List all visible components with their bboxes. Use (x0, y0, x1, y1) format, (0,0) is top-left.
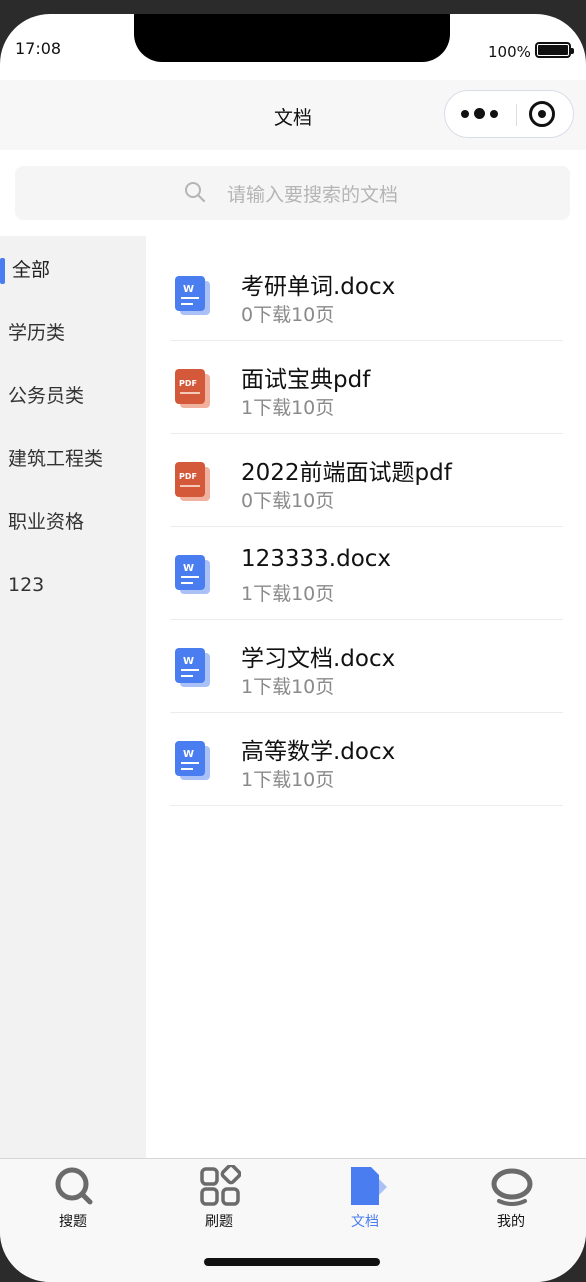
capsule-divider (516, 104, 517, 126)
tab-label: 刷题 (205, 1214, 233, 1230)
word-icon: W (175, 648, 210, 687)
document-name: 2022前端面试题pdf (241, 460, 452, 486)
tab-search[interactable]: 搜题 (0, 1159, 146, 1239)
svg-text:W: W (183, 749, 194, 760)
document-name: 考研单词.docx (241, 274, 396, 300)
svg-text:W: W (183, 284, 194, 295)
sidebar-item-construction[interactable]: 建筑工程类 (0, 428, 146, 491)
battery-percent: 100% (488, 43, 531, 61)
pdf-icon: PDF (175, 462, 210, 501)
sidebar-item-123[interactable]: 123 (0, 554, 146, 617)
tab-label: 搜题 (59, 1214, 87, 1230)
document-name: 学习文档.docx (241, 646, 396, 672)
tab-profile[interactable]: 我的 (438, 1159, 584, 1239)
category-sidebar: 全部 学历类 公务员类 建筑工程类 职业资格 123 (0, 236, 146, 1158)
pdf-icon: PDF (175, 369, 210, 408)
notch (134, 14, 450, 62)
document-name: 面试宝典pdf (241, 367, 371, 393)
document-meta: 0下载10页 (241, 490, 335, 512)
word-icon: W (175, 555, 210, 594)
sidebar-item-education[interactable]: 学历类 (0, 302, 146, 365)
sidebar-item-qualification[interactable]: 职业资格 (0, 491, 146, 554)
document-meta: 1下载10页 (241, 583, 335, 605)
tab-practice[interactable]: 刷题 (146, 1159, 292, 1239)
search-input[interactable]: 请输入要搜索的文档 (15, 166, 570, 220)
tab-documents[interactable]: 文档 (292, 1159, 438, 1239)
tab-label: 文档 (351, 1214, 379, 1230)
profile-icon (491, 1168, 533, 1206)
document-meta: 1下载10页 (241, 769, 335, 791)
document-meta: 1下载10页 (241, 397, 335, 419)
svg-text:W: W (183, 656, 194, 667)
document-icon (351, 1167, 387, 1205)
phone-screen: 17:08 100% 文档 请输入要搜索的文档 全部 学历类 公务员类 建筑工程… (0, 14, 586, 1282)
close-target-icon[interactable] (529, 101, 555, 127)
document-meta: 1下载10页 (241, 676, 335, 698)
sidebar-item-all[interactable]: 全部 (0, 239, 146, 302)
document-list: W 考研单词.docx 0下载10页 PDF 面试宝典pdf 1下载10页 PD… (146, 236, 586, 1158)
list-item[interactable]: PDF 2022前端面试题pdf 0下载10页 (170, 434, 563, 527)
list-item[interactable]: PDF 面试宝典pdf 1下载10页 (170, 341, 563, 434)
list-item[interactable]: W 123333.docx 1下载10页 (170, 527, 563, 620)
document-meta: 0下载10页 (241, 304, 335, 326)
list-item[interactable]: W 高等数学.docx 1下载10页 (170, 713, 563, 806)
list-item[interactable]: W 考研单词.docx 0下载10页 (170, 248, 563, 341)
status-time: 17:08 (15, 39, 62, 58)
document-name: 123333.docx (241, 546, 392, 572)
search-icon (55, 1167, 93, 1205)
document-name: 高等数学.docx (241, 739, 396, 765)
search-icon (185, 182, 206, 203)
home-indicator (204, 1258, 380, 1266)
more-icon[interactable] (461, 104, 501, 124)
battery-icon (535, 42, 574, 58)
tab-label: 我的 (497, 1214, 525, 1230)
svg-text:PDF: PDF (179, 472, 197, 481)
word-icon: W (175, 741, 210, 780)
mini-program-capsule (444, 90, 574, 138)
list-item[interactable]: W 学习文档.docx 1下载10页 (170, 620, 563, 713)
svg-text:PDF: PDF (179, 379, 197, 388)
search-placeholder: 请输入要搜索的文档 (227, 184, 399, 206)
word-icon: W (175, 276, 210, 315)
svg-text:W: W (183, 563, 194, 574)
navigation-bar: 文档 (0, 80, 586, 150)
search-area: 请输入要搜索的文档 (0, 150, 586, 236)
grid-icon (200, 1165, 241, 1206)
sidebar-item-civil-service[interactable]: 公务员类 (0, 365, 146, 428)
